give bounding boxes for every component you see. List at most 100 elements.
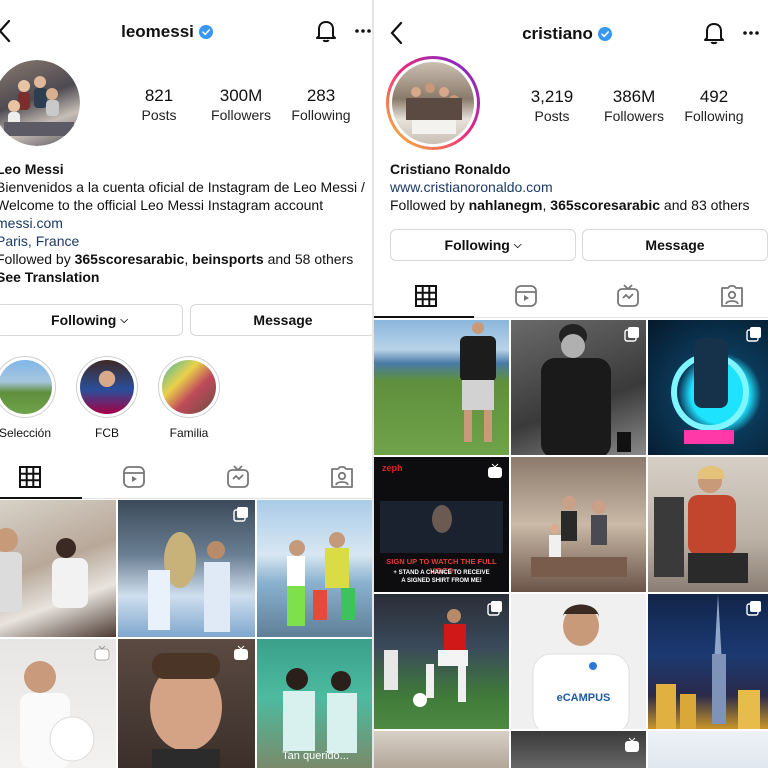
bio-line-2: Welcome to the official Leo Messi Instag… <box>0 197 324 213</box>
website-link[interactable]: www.cristianoronaldo.com <box>390 178 750 196</box>
notification-bell-icon[interactable] <box>702 20 726 46</box>
website-link[interactable]: messi.com <box>0 214 365 232</box>
more-options-icon[interactable] <box>742 22 760 44</box>
posts-count: 3,219 <box>530 87 574 106</box>
active-tab-indicator <box>374 316 474 318</box>
post-thumbnail[interactable] <box>648 731 768 768</box>
posts-stat[interactable]: 821 Posts <box>130 86 188 124</box>
message-button-label: Message <box>253 312 313 328</box>
username: cristiano <box>522 24 593 43</box>
post-thumbnail[interactable] <box>374 594 509 729</box>
followed-by-user-1[interactable]: 365scoresarabic <box>75 251 185 267</box>
igtv-tab-icon[interactable] <box>226 465 250 489</box>
highlight-ring <box>0 356 56 418</box>
following-stat[interactable]: 283 Following <box>286 86 356 124</box>
location-separator: , <box>27 233 36 249</box>
post-thumbnail[interactable]: zeph SIGN UP TO WATCH THE FULL VIDEO + S… <box>374 457 509 592</box>
followed-by-separator: , <box>184 251 193 267</box>
following-count: 283 <box>306 86 336 105</box>
post-thumbnail[interactable] <box>0 500 116 637</box>
post-image <box>460 322 496 442</box>
followers-stat[interactable]: 386M Followers <box>596 87 672 125</box>
highlight-fcb[interactable]: FCB <box>76 356 138 440</box>
cristiano-profile-panel: cristiano 3,219 Posts 386M Followers 492… <box>374 0 768 768</box>
post-thumbnail[interactable] <box>648 594 768 729</box>
reels-tab-icon[interactable] <box>514 284 538 308</box>
followed-by-user-1[interactable]: nahlanegm <box>469 197 543 213</box>
highlight-cover-image <box>80 360 134 414</box>
carousel-badge-icon <box>746 327 761 342</box>
carousel-badge-icon <box>233 507 248 522</box>
chevron-down-icon: ⌵ <box>513 239 522 251</box>
grid-tab-icon[interactable] <box>414 284 438 308</box>
post-thumbnail[interactable] <box>648 320 768 455</box>
highlight-ring <box>76 356 138 418</box>
post-thumbnail[interactable] <box>118 639 255 768</box>
username: leomessi <box>121 22 194 41</box>
posts-stat[interactable]: 3,219 Posts <box>524 87 580 125</box>
display-name: Cristiano Ronaldo <box>390 161 511 177</box>
post-thumbnail[interactable] <box>374 731 509 768</box>
followers-count: 300M <box>219 86 263 105</box>
igtv-badge-icon <box>488 463 502 478</box>
display-name: Leo Messi <box>0 161 64 177</box>
followers-stat[interactable]: 300M Followers <box>204 86 278 124</box>
followers-label: Followers <box>211 107 271 123</box>
verified-badge-icon <box>597 27 612 41</box>
post-image <box>0 528 88 612</box>
message-button[interactable]: Message <box>190 304 374 336</box>
post-thumbnail[interactable]: eCAMPUS <box>511 594 646 729</box>
post-thumbnail[interactable] <box>118 500 255 637</box>
family-photo-image <box>392 62 474 144</box>
followed-by-user-2[interactable]: 365scoresarabic <box>550 197 660 213</box>
followed-by-prefix: Followed by <box>390 197 469 213</box>
active-tab-indicator <box>0 497 82 499</box>
highlight-seleccion[interactable]: Selección <box>0 356 56 440</box>
highlight-familia[interactable]: Familia <box>158 356 220 440</box>
post-thumbnail[interactable] <box>511 320 646 455</box>
carousel-badge-icon <box>746 601 761 616</box>
location-city-link[interactable]: Paris <box>0 233 28 249</box>
highlight-label: Selección <box>0 426 52 440</box>
following-button[interactable]: Following ⌵ <box>0 304 183 336</box>
following-button-label: Following <box>51 312 117 328</box>
post-thumbnail[interactable] <box>648 457 768 592</box>
notification-bell-icon[interactable] <box>314 18 338 44</box>
post-image <box>532 604 630 729</box>
see-translation-link[interactable]: See Translation <box>0 268 365 286</box>
igtv-badge-icon <box>625 737 639 752</box>
grid-tab-icon[interactable] <box>18 465 42 489</box>
igtv-badge-icon <box>94 645 110 661</box>
posts-label: Posts <box>141 107 177 123</box>
reels-tab-icon[interactable] <box>122 465 146 489</box>
following-button[interactable]: Following ⌵ <box>390 229 576 261</box>
profile-avatar[interactable] <box>0 60 80 146</box>
post-thumbnail[interactable] <box>511 731 646 768</box>
followers-count: 386M <box>612 87 656 106</box>
chevron-down-icon: ⌵ <box>120 314 128 326</box>
followed-by-line[interactable]: Followed by nahlanegm, 365scoresarabic a… <box>390 196 750 214</box>
following-label: Following <box>291 107 351 123</box>
tagged-tab-icon[interactable] <box>330 465 354 489</box>
tagged-tab-icon[interactable] <box>720 284 744 308</box>
post-thumbnail[interactable]: Tan querido... <box>257 639 374 768</box>
location-line: Paris, France <box>0 232 365 250</box>
message-button-label: Message <box>645 237 705 253</box>
post-thumbnail[interactable] <box>374 320 509 455</box>
following-stat[interactable]: 492 Following <box>676 87 752 125</box>
igtv-badge-icon <box>234 645 248 660</box>
post-thumbnail[interactable] <box>257 500 374 637</box>
followed-by-user-2[interactable]: beinsports <box>192 251 264 267</box>
igtv-tab-icon[interactable] <box>616 284 640 308</box>
location-country-link[interactable]: France <box>36 233 80 249</box>
verified-badge-icon <box>198 25 213 39</box>
post-thumbnail[interactable] <box>511 457 646 592</box>
followed-by-line[interactable]: Followed by 365scoresarabic, beinsports … <box>0 250 365 268</box>
highlight-cover-image <box>0 360 52 414</box>
message-button[interactable]: Message <box>582 229 768 261</box>
post-thumbnail[interactable] <box>0 639 116 768</box>
highlight-label: Familia <box>169 426 209 440</box>
avatar-image <box>406 83 462 134</box>
more-options-icon[interactable] <box>354 20 372 42</box>
profile-avatar-story-ring[interactable] <box>386 56 480 150</box>
